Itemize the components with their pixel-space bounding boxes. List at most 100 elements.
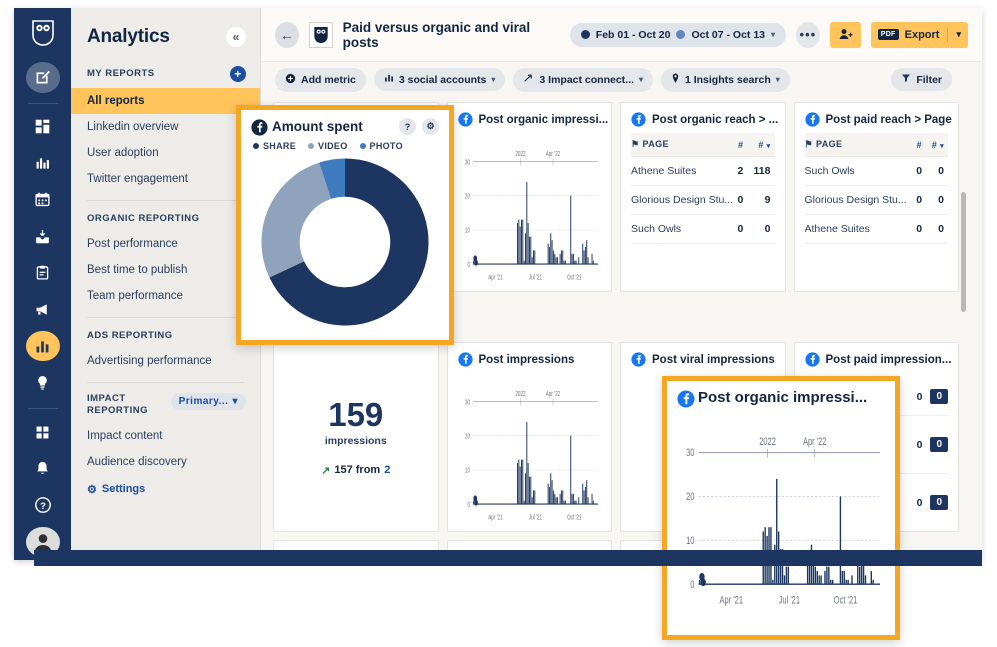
apps-grid-icon[interactable]	[26, 417, 60, 448]
card-title: Post paid impression...	[825, 353, 952, 366]
column-page[interactable]: ⚑ PAGE	[804, 133, 913, 157]
impact-primary-dropdown[interactable]: Primary... ▾	[170, 392, 246, 410]
filter-button[interactable]: Filter	[891, 68, 952, 91]
column-count-1[interactable]: #	[734, 133, 748, 157]
legend-dot	[359, 143, 366, 149]
column-count-1[interactable]: #	[912, 133, 927, 157]
card-post-paid-reach[interactable]: Post paid reach > Page ⚑ PAGE # # ▾ Such …	[793, 102, 959, 292]
bar	[830, 579, 832, 585]
sidebar-collapse-button[interactable]: «	[226, 27, 246, 47]
owl-logo-icon[interactable]	[29, 20, 57, 47]
insights-search-dropdown[interactable]: 1 Insights search ▾	[660, 67, 790, 92]
add-metric-button[interactable]: Add metric	[275, 67, 366, 92]
table-row[interactable]: Such Owls 0 0	[631, 214, 775, 244]
row-value-1: 0	[916, 390, 923, 403]
bar-chart-popup: 2022 Apr '22 0 10 20 30 Apr '21 Jul '21 Oct '21	[677, 416, 885, 611]
card-header: Post organic reach > ...	[631, 112, 778, 127]
table-row[interactable]: Athene Suites 0 0	[804, 214, 948, 244]
megaphone-icon[interactable]	[26, 294, 60, 325]
bar	[517, 219, 519, 265]
row-badge: 0	[930, 389, 948, 404]
card-impressions-total[interactable]: 159 impressions ↗ 157 from 2	[273, 342, 439, 532]
facebook-icon	[804, 352, 820, 367]
back-button[interactable]: ←	[275, 21, 299, 48]
organic-reach-table: ⚑ PAGE # # ▾ Athene Suites 2 118 Glorious…	[631, 133, 775, 244]
bar	[847, 579, 849, 585]
table-row[interactable]: Such Owls 0 0	[804, 156, 948, 186]
table-row[interactable]: Glorious Design Stu... 0 0	[804, 185, 948, 215]
scrollbar-thumb[interactable]	[961, 192, 966, 312]
amount-spent-content: Amount spent ? ⚙ SHARE VIDEO PHOTO	[241, 110, 449, 340]
bar-chart-icon[interactable]	[26, 148, 60, 179]
bar	[563, 260, 565, 265]
grid-streams-icon[interactable]	[26, 111, 60, 142]
inbox-icon[interactable]	[26, 221, 60, 252]
table-row[interactable]: Athene Suites 2 118	[631, 156, 775, 186]
date-range-selector[interactable]: Feb 01 - Oct 20 Oct 07 - Oct 13 ▾	[569, 22, 787, 47]
help-icon[interactable]: ?	[399, 118, 416, 135]
sidebar-item-team-performance[interactable]: Team performance	[71, 283, 260, 309]
row-value-2: 0	[747, 214, 775, 244]
bar	[776, 478, 778, 585]
column-page[interactable]: ⚑ PAGE	[631, 133, 735, 157]
bar	[845, 579, 847, 585]
sidebar-item-settings[interactable]: ⚙ Settings	[71, 475, 260, 504]
sidebar-item-impact-content[interactable]: Impact content	[71, 423, 260, 449]
highlight-amount-spent-card[interactable]: Amount spent ? ⚙ SHARE VIDEO PHOTO	[236, 105, 454, 345]
top-tick-label: 2022	[515, 150, 526, 158]
calendar-icon[interactable]	[26, 185, 60, 216]
sidebar-item-all-reports[interactable]: All reports	[71, 88, 260, 114]
lightbulb-icon[interactable]	[26, 367, 60, 398]
sidebar-item-audience-discovery[interactable]: Audience discovery	[71, 449, 260, 475]
sidebar-item-post-performance[interactable]: Post performance	[71, 231, 260, 257]
sidebar-item-advertising-performance[interactable]: Advertising performance	[71, 348, 260, 374]
impact-connections-dropdown[interactable]: 3 Impact connect... ▾	[513, 67, 653, 92]
y-tick-label: 10	[464, 227, 469, 235]
sidebar-item-best-time-to-publish[interactable]: Best time to publish	[71, 257, 260, 283]
bar	[584, 247, 586, 265]
more-options-button[interactable]: •••	[796, 21, 820, 48]
clipboard-icon[interactable]	[26, 258, 60, 289]
card-post-organic-reach[interactable]: Post organic reach > ... ⚑ PAGE # # ▾ Ath…	[620, 102, 786, 292]
highlight-post-organic-impressions-popup[interactable]: Post organic impressi... 2022 Apr '22 0 10 2…	[662, 376, 900, 640]
question-icon[interactable]: ?	[26, 490, 60, 521]
trend-up-icon: ↗	[321, 464, 331, 477]
social-accounts-label: 3 social accounts	[398, 73, 487, 86]
bar	[547, 483, 549, 505]
sidebar-item-twitter-engagement[interactable]: Twitter engagement	[71, 166, 260, 192]
sidebar-item-user-adoption[interactable]: User adoption	[71, 140, 260, 166]
donut-svg	[261, 158, 429, 326]
impact-connections-label: 3 Impact connect...	[539, 73, 634, 86]
card-post-impressions[interactable]: Post impressions 2022 Apr '22 0 10 20 30 Apr '…	[446, 342, 612, 532]
bar	[525, 182, 527, 265]
x-tick-label: Apr '21	[720, 593, 743, 606]
chevron-down-icon[interactable]: ▾	[956, 29, 961, 40]
bar	[783, 575, 786, 585]
analytics-icon[interactable]	[25, 330, 60, 362]
bar	[572, 253, 574, 265]
column-count-2[interactable]: # ▾	[926, 133, 948, 157]
table-row[interactable]: Glorious Design Stu... 0 9	[631, 185, 775, 215]
sidebar-item-linkedin-overview[interactable]: Linkedin overview	[71, 114, 260, 140]
gear-icon[interactable]: ⚙	[422, 118, 439, 135]
bar	[841, 571, 844, 585]
social-accounts-dropdown[interactable]: 3 social accounts ▾	[373, 68, 506, 91]
bar	[571, 493, 573, 505]
add-report-icon[interactable]: +	[230, 66, 246, 82]
bar	[552, 250, 554, 265]
column-count-2[interactable]: # ▾	[747, 133, 775, 157]
bell-icon[interactable]	[26, 453, 60, 484]
card-title: Post organic impressi...	[478, 113, 609, 126]
data-point	[473, 259, 478, 266]
bar	[472, 500, 474, 505]
compose-icon[interactable]	[25, 61, 60, 93]
bar	[561, 490, 563, 505]
share-report-button[interactable]	[829, 21, 861, 48]
card-post-organic-impressions[interactable]: Post organic impressi... 2022 Apr '22 0 10 2…	[446, 102, 612, 292]
sidebar-header: Analytics «	[71, 8, 260, 54]
bar	[591, 253, 593, 265]
donut-slice-video[interactable]	[261, 162, 332, 278]
row-value-1: 0	[916, 496, 923, 509]
row-badge: 0	[930, 495, 948, 510]
export-button[interactable]: PDF Export ▾	[870, 21, 968, 48]
